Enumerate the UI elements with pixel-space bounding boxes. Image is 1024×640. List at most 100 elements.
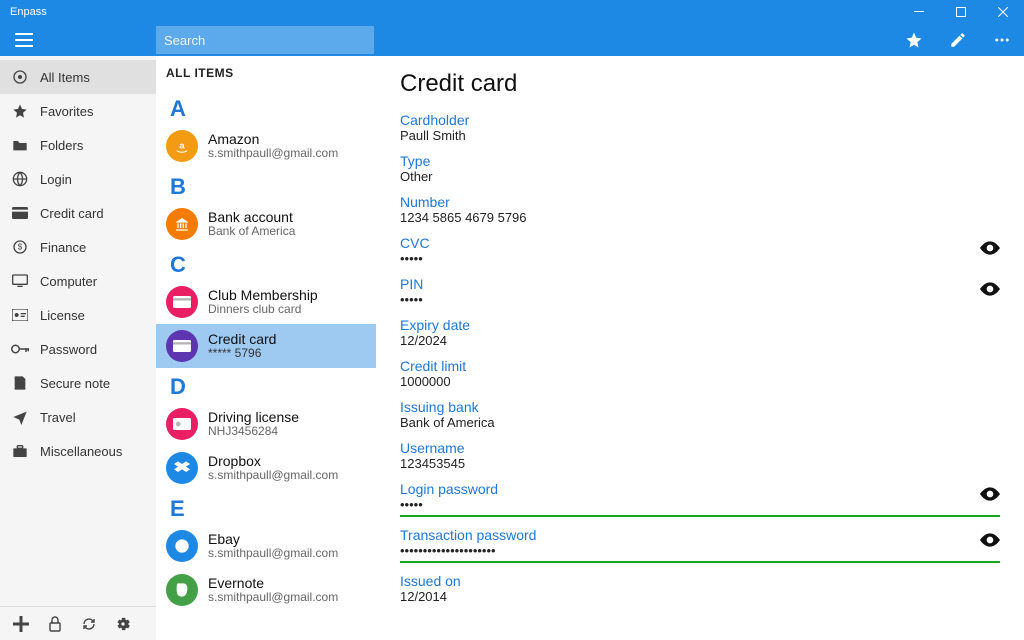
sidebar-item-label: Secure note [40,376,110,391]
field-transaction-password: Transaction password••••••••••••••••••••… [400,527,1000,563]
reveal-icon[interactable] [980,282,1000,301]
detail-fields: CardholderPaull SmithTypeOtherNumber1234… [400,112,1000,604]
edit-icon[interactable] [936,24,980,56]
list-item-subtitle: s.smithpaull@gmail.com [208,469,338,483]
settings-button[interactable] [106,607,140,640]
sidebar-item-password[interactable]: Password [0,332,156,366]
svg-text:$: $ [18,243,23,252]
sidebar-item-login[interactable]: Login [0,162,156,196]
svg-text:a: a [179,141,185,151]
field-cardholder: CardholderPaull Smith [400,112,1000,143]
list-body[interactable]: AaAmazons.smithpaull@gmail.comBBank acco… [156,90,376,640]
group-letter: B [156,168,376,202]
card-icon [166,330,198,362]
field-value: ••••• [400,251,1000,266]
sidebar-item-label: Finance [40,240,86,255]
sidebar-item-computer[interactable]: Computer [0,264,156,298]
add-button[interactable] [4,607,38,640]
list-item-subtitle: s.smithpaull@gmail.com [208,547,338,561]
maximize-button[interactable] [940,0,982,24]
list-item-club-membership[interactable]: Club MembershipDinners club card [156,280,376,324]
close-button[interactable] [982,0,1024,24]
sidebar-item-travel[interactable]: Travel [0,400,156,434]
sidebar-item-favorites[interactable]: Favorites [0,94,156,128]
list-item-ebay[interactable]: Ebays.smithpaull@gmail.com [156,524,376,568]
field-label: Transaction password [400,527,1000,543]
list-item-credit-card[interactable]: Credit card***** 5796 [156,324,376,368]
field-value: ••••• [400,292,1000,307]
more-icon[interactable] [980,24,1024,56]
field-label: Login password [400,481,1000,497]
list-item-title: Credit card [208,331,276,347]
field-label: Cardholder [400,112,1000,128]
field-value: ••••• [400,497,1000,517]
misc-icon [10,444,30,458]
list-item-title: Driving license [208,409,299,425]
reveal-icon[interactable] [980,487,1000,506]
sidebar-item-misc[interactable]: Miscellaneous [0,434,156,468]
field-value: 1234 5865 4679 5796 [400,210,1000,225]
body: All Items Favorites Folders Login Credit car… [0,56,1024,640]
list-item-title: Bank account [208,209,295,225]
sidebar-item-label: Credit card [40,206,104,221]
field-credit-limit: Credit limit1000000 [400,358,1000,389]
list-item-evernote[interactable]: Evernotes.smithpaull@gmail.com [156,568,376,612]
sidebar-item-label: Computer [40,274,97,289]
search-input[interactable] [156,26,374,54]
evernote-icon [166,574,198,606]
favorites-icon [10,103,30,119]
sidebar-item-label: Travel [40,410,76,425]
hamburger-button[interactable] [0,24,48,56]
travel-icon [10,409,30,425]
reveal-icon[interactable] [980,241,1000,260]
group-letter: C [156,246,376,280]
minimize-button[interactable] [898,0,940,24]
search-field[interactable] [164,33,366,48]
list-item-title: Amazon [208,131,338,147]
list-header: ALL ITEMS [156,56,376,90]
items-list: ALL ITEMS AaAmazons.smithpaull@gmail.com… [156,56,376,640]
list-item-driving-license[interactable]: Driving licenseNHJ3456284 [156,402,376,446]
list-item-subtitle: Bank of America [208,225,295,239]
credit-card-icon [10,207,30,219]
finance-icon: $ [10,239,30,255]
field-value: 123453545 [400,456,1000,471]
sidebar-item-label: Miscellaneous [40,444,122,459]
amazon-icon: a [166,130,198,162]
field-issued-on: Issued on12/2014 [400,573,1000,604]
ebay-icon [166,530,198,562]
field-label: PIN [400,276,1000,292]
list-item-title: Dropbox [208,453,338,469]
list-item-subtitle: s.smithpaull@gmail.com [208,147,338,161]
sidebar-item-label: Favorites [40,104,93,119]
field-label: Number [400,194,1000,210]
sidebar-item-credit-card[interactable]: Credit card [0,196,156,230]
sidebar-item-folders[interactable]: Folders [0,128,156,162]
detail-title: Credit card [400,70,1000,98]
field-number: Number1234 5865 4679 5796 [400,194,1000,225]
window-controls [898,0,1024,24]
sidebar-item-label: Folders [40,138,83,153]
favorite-icon[interactable] [892,24,936,56]
list-item-bank-account[interactable]: Bank accountBank of America [156,202,376,246]
list-item-amazon[interactable]: a Amazons.smithpaull@gmail.com [156,124,376,168]
list-item-subtitle: Dinners club card [208,303,318,317]
lock-button[interactable] [38,607,72,640]
computer-icon [10,274,30,288]
field-value: ••••••••••••••••••••• [400,543,1000,563]
list-item-subtitle: NHJ3456284 [208,425,299,439]
sidebar-nav: All Items Favorites Folders Login Credit car… [0,56,156,606]
reveal-icon[interactable] [980,533,1000,552]
field-label: Issued on [400,573,1000,589]
sidebar-item-license[interactable]: License [0,298,156,332]
list-item-dropbox[interactable]: Dropboxs.smithpaull@gmail.com [156,446,376,490]
sync-button[interactable] [72,607,106,640]
field-label: CVC [400,235,1000,251]
sidebar-item-secure-note[interactable]: Secure note [0,366,156,400]
sidebar-item-all-items[interactable]: All Items [0,60,156,94]
sidebar-item-finance[interactable]: $ Finance [0,230,156,264]
bank-icon [166,208,198,240]
field-value: Paull Smith [400,128,1000,143]
field-label: Type [400,153,1000,169]
all-items-icon [10,69,30,85]
